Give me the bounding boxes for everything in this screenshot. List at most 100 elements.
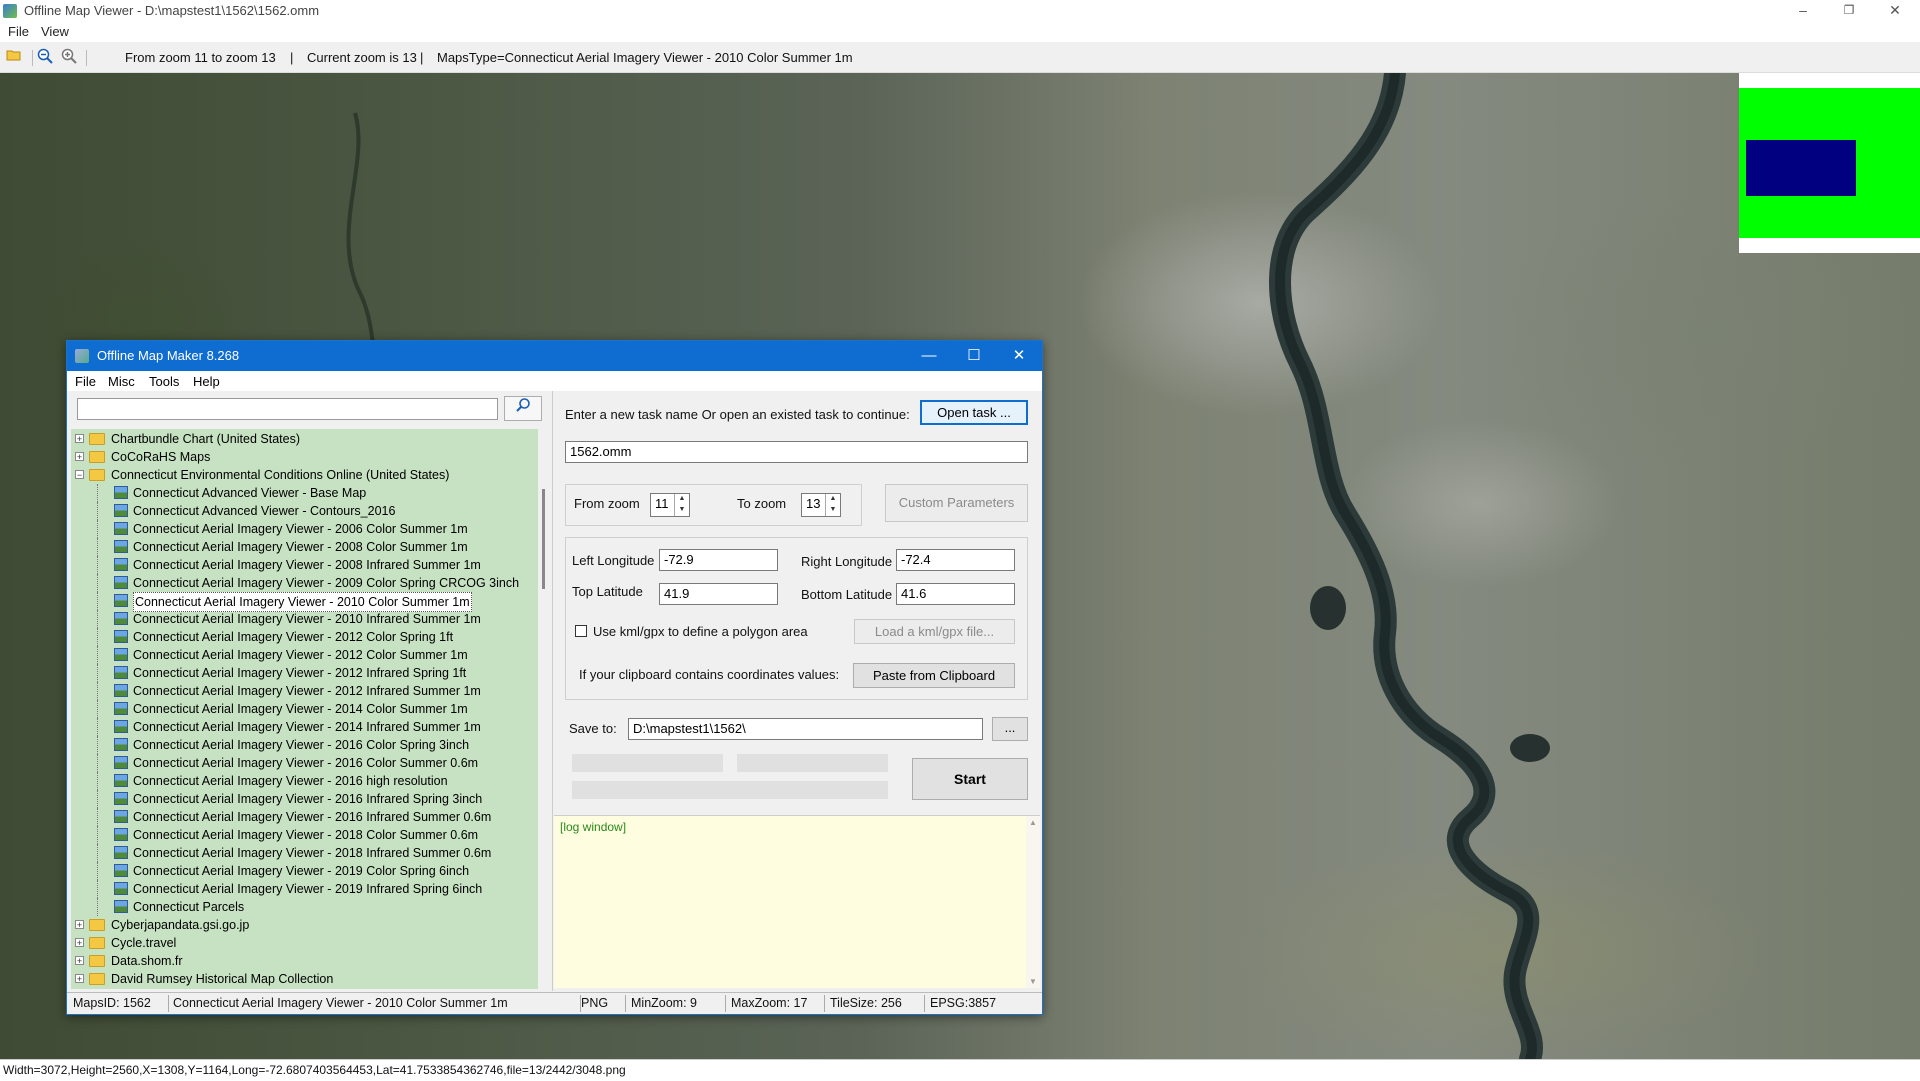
tree-map-item[interactable]: Connecticut Aerial Imagery Viewer - 2018…	[71, 844, 531, 862]
dialog-maximize-button[interactable]: ☐	[952, 341, 996, 371]
custom-parameters-button[interactable]: Custom Parameters	[885, 484, 1028, 522]
dialog-menu-tools[interactable]: Tools	[149, 374, 179, 389]
map-search-input[interactable]	[77, 398, 498, 420]
tree-map-item[interactable]: Connecticut Aerial Imagery Viewer - 2010…	[71, 592, 531, 612]
tree-folder-item[interactable]: + David Rumsey Historical Map Collection	[71, 970, 531, 988]
task-name-input[interactable]: 1562.omm	[565, 441, 1028, 463]
tree-folder-item[interactable]: − Connecticut Environmental Conditions On…	[71, 466, 531, 484]
tree-map-item[interactable]: Connecticut Aerial Imagery Viewer - 2010…	[71, 610, 531, 628]
tree-map-item[interactable]: Connecticut Aerial Imagery Viewer - 2006…	[71, 520, 531, 538]
tree-map-item[interactable]: Connecticut Aerial Imagery Viewer - 2012…	[71, 646, 531, 664]
load-kml-button[interactable]: Load a kml/gpx file...	[854, 619, 1015, 644]
map-layer-icon	[114, 846, 128, 859]
tree-map-item[interactable]: Connecticut Aerial Imagery Viewer - 2016…	[71, 808, 531, 826]
menu-view[interactable]: View	[41, 24, 69, 39]
tree-map-item[interactable]: Connecticut Advanced Viewer - Base Map	[71, 484, 531, 502]
overview-minimap[interactable]	[1739, 73, 1920, 253]
tree-item-label: Connecticut Environmental Conditions Onl…	[111, 468, 450, 482]
collapse-icon[interactable]: −	[75, 470, 84, 480]
expand-icon[interactable]: +	[75, 920, 84, 930]
status-text: Width=3072,Height=2560,X=1308,Y=1164,Lon…	[3, 1063, 626, 1077]
tree-item-label: Connecticut Aerial Imagery Viewer - 2009…	[133, 576, 520, 590]
from-zoom-spinner[interactable]: 11 ▲ ▼	[650, 493, 690, 517]
tree-map-item[interactable]: Connecticut Aerial Imagery Viewer - 2012…	[71, 682, 531, 700]
tree-map-item[interactable]: Connecticut Aerial Imagery Viewer - 2009…	[71, 574, 531, 592]
spin-up-icon[interactable]: ▲	[825, 494, 840, 505]
tree-connector-line	[97, 520, 98, 538]
tree-connector-line	[97, 718, 98, 736]
top-latitude-input[interactable]: 41.9	[659, 583, 778, 605]
tree-map-item[interactable]: Connecticut Aerial Imagery Viewer - 2016…	[71, 772, 531, 790]
tree-folder-item[interactable]: + Cycle.travel	[71, 934, 531, 952]
tree-map-item[interactable]: Connecticut Aerial Imagery Viewer - 2016…	[71, 790, 531, 808]
paste-from-clipboard-button[interactable]: Paste from Clipboard	[853, 663, 1015, 688]
tree-folder-item[interactable]: + Cyberjapandata.gsi.go.jp	[71, 916, 531, 934]
left-longitude-input[interactable]: -72.9	[659, 549, 778, 571]
restore-button[interactable]: ❐	[1826, 0, 1872, 22]
tree-scrollbar-thumb[interactable]	[542, 489, 545, 589]
log-window[interactable]: [log window] ▲ ▼	[554, 815, 1040, 988]
tree-connector-line	[97, 880, 98, 898]
expand-icon[interactable]: +	[75, 938, 84, 948]
expand-icon[interactable]: +	[75, 974, 84, 984]
log-scrollbar[interactable]: ▲ ▼	[1026, 816, 1040, 988]
progress-bar-1	[572, 754, 723, 772]
menubar: File View	[0, 22, 1920, 42]
map-layer-icon	[114, 594, 128, 607]
expand-icon[interactable]: +	[75, 452, 84, 462]
tree-map-item[interactable]: Connecticut Aerial Imagery Viewer - 2014…	[71, 700, 531, 718]
tree-folder-item[interactable]: + Chartbundle Chart (United States)	[71, 430, 531, 448]
expand-icon[interactable]: +	[75, 956, 84, 966]
spin-up-icon[interactable]: ▲	[674, 494, 689, 505]
tree-map-item[interactable]: Connecticut Advanced Viewer - Contours_2…	[71, 502, 531, 520]
tree-scrollbar[interactable]	[539, 429, 551, 989]
kml-polygon-checkbox[interactable]	[575, 625, 587, 637]
toolbar-separator	[86, 50, 87, 66]
expand-icon[interactable]: +	[75, 434, 84, 444]
tree-map-item[interactable]: Connecticut Aerial Imagery Viewer - 2019…	[71, 880, 531, 898]
dialog-titlebar[interactable]: Offline Map Maker 8.268 — ☐ ✕	[67, 341, 1042, 371]
dialog-menu-file[interactable]: File	[75, 374, 96, 389]
tree-map-item[interactable]: Connecticut Aerial Imagery Viewer - 2014…	[71, 718, 531, 736]
tree-map-item[interactable]: Connecticut Parcels	[71, 898, 531, 916]
bottom-latitude-input[interactable]: 41.6	[896, 583, 1015, 605]
tree-map-item[interactable]: Connecticut Aerial Imagery Viewer - 2008…	[71, 538, 531, 556]
search-button[interactable]	[504, 396, 542, 421]
scroll-down-icon[interactable]: ▼	[1029, 977, 1037, 986]
zoom-out-icon[interactable]	[36, 48, 54, 66]
tree-item-label: Connecticut Aerial Imagery Viewer - 2016…	[133, 810, 492, 824]
tree-item-label: Connecticut Aerial Imagery Viewer - 2018…	[133, 828, 479, 842]
right-longitude-input[interactable]: -72.4	[896, 549, 1015, 571]
scroll-up-icon[interactable]: ▲	[1029, 818, 1037, 827]
to-zoom-spinner[interactable]: 13 ▲ ▼	[801, 493, 841, 517]
dialog-minimize-button[interactable]: —	[907, 341, 951, 371]
save-path-input[interactable]: D:\mapstest1\1562\	[628, 718, 983, 740]
tree-map-item[interactable]: Connecticut Aerial Imagery Viewer - 2012…	[71, 664, 531, 682]
dialog-menu-misc[interactable]: Misc	[108, 374, 135, 389]
from-zoom-value: 11	[655, 496, 669, 511]
spin-down-icon[interactable]: ▼	[825, 505, 840, 516]
browse-folder-button[interactable]: ...	[992, 717, 1028, 741]
dialog-menu-help[interactable]: Help	[193, 374, 220, 389]
zoom-in-icon[interactable]	[60, 48, 78, 66]
close-button[interactable]: ✕	[1872, 0, 1918, 22]
tree-map-item[interactable]: Connecticut Aerial Imagery Viewer - 2016…	[71, 754, 531, 772]
open-task-button[interactable]: Open task ...	[920, 400, 1028, 425]
open-folder-icon[interactable]	[5, 48, 23, 66]
tree-map-item[interactable]: Connecticut Aerial Imagery Viewer - 2018…	[71, 826, 531, 844]
tree-map-item[interactable]: Connecticut Aerial Imagery Viewer - 2008…	[71, 556, 531, 574]
map-source-tree[interactable]: + Chartbundle Chart (United States) + CoCoR…	[71, 429, 538, 989]
tree-folder-item[interactable]: + CoCoRaHS Maps	[71, 448, 531, 466]
tree-map-item[interactable]: Connecticut Aerial Imagery Viewer - 2016…	[71, 736, 531, 754]
menu-file[interactable]: File	[8, 24, 29, 39]
tree-folder-item[interactable]: + Data.shom.fr	[71, 952, 531, 970]
folder-icon	[89, 937, 105, 949]
start-button[interactable]: Start	[912, 758, 1028, 800]
minimap-viewport[interactable]	[1746, 140, 1856, 196]
dialog-close-button[interactable]: ✕	[997, 341, 1041, 371]
tree-map-item[interactable]: Connecticut Aerial Imagery Viewer - 2012…	[71, 628, 531, 646]
tree-map-item[interactable]: Connecticut Aerial Imagery Viewer - 2019…	[71, 862, 531, 880]
progress-bar-2	[737, 754, 888, 772]
spin-down-icon[interactable]: ▼	[674, 505, 689, 516]
minimize-button[interactable]: –	[1780, 0, 1826, 22]
